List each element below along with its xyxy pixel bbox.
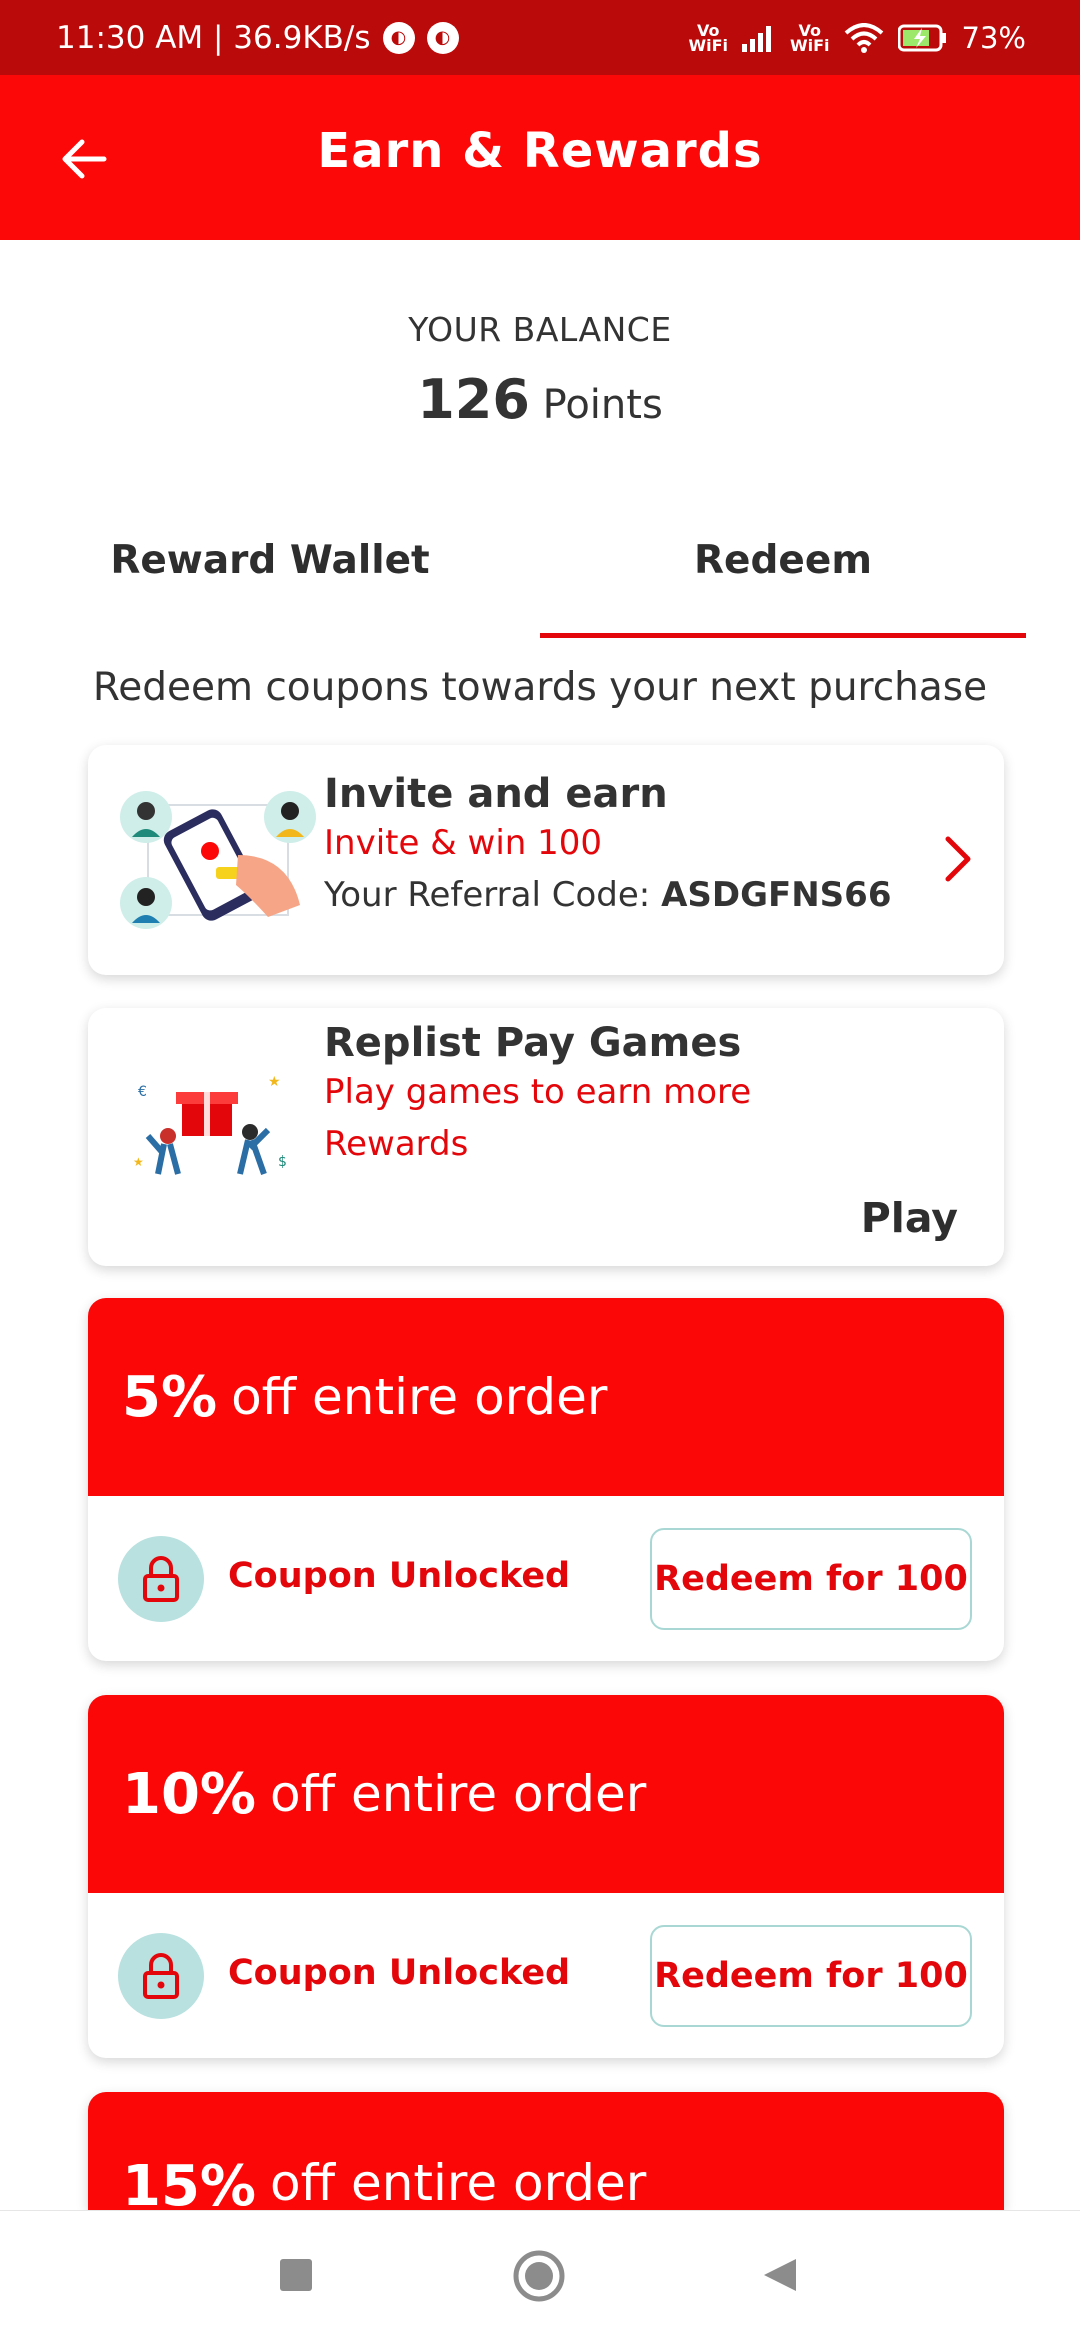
vowifi-bottom: WiFi [688, 35, 728, 55]
svg-text:★: ★ [268, 1074, 281, 1090]
status-bar: 11:30 AM | 36.9KB/s ◐ ◐ Vo WiFi Vo WiFi [0, 0, 1080, 75]
redeem-subtitle: Redeem coupons towards your next purchas… [92, 665, 988, 710]
coupon-percent: 5% [122, 1364, 218, 1430]
invite-subtitle: Invite & win 100 [324, 823, 603, 863]
invite-illustration-icon [120, 791, 316, 929]
referral-row: Your Referral Code: ASDGFNS66 [324, 875, 891, 915]
home-icon[interactable] [512, 2249, 566, 2303]
games-title: Replist Pay Games [324, 1020, 742, 1066]
signal-icon [741, 25, 771, 52]
lock-icon [118, 1933, 204, 2019]
coupon-card: 10% off entire order Coupon Unlocked Red… [88, 1695, 1004, 2058]
coupon-status: Coupon Unlocked [228, 1556, 571, 1596]
coupon-percent: 15% [122, 2154, 257, 2210]
svg-text:$: $ [278, 1154, 287, 1170]
referral-code: ASDGFNS66 [661, 875, 892, 915]
svg-text:★: ★ [133, 1155, 144, 1169]
tab-redeem[interactable]: Redeem [540, 538, 1026, 642]
coupon-footer: Coupon Unlocked Redeem for 100 [88, 1893, 1004, 2058]
battery-percent: 73% [961, 20, 1026, 55]
vowifi-icon-2: Vo WiFi [789, 22, 830, 55]
tab-reward-wallet[interactable]: Reward Wallet [0, 538, 540, 642]
games-illustration-icon: € ★ $ ★ [133, 1074, 287, 1175]
padlock-icon [143, 1953, 179, 1999]
balance-value: 126 [417, 368, 530, 431]
balance-unit: Points [542, 382, 663, 428]
coupon-header: 15% off entire order [88, 2092, 1004, 2210]
coupon-card: 15% off entire order [88, 2092, 1004, 2210]
system-nav-bar [0, 2210, 1080, 2340]
coupon-label: off entire order [270, 2154, 647, 2210]
vowifi-bottom: WiFi [789, 35, 830, 55]
coupon-header: 5% off entire order [88, 1298, 1004, 1496]
invite-title: Invite and earn [324, 771, 668, 817]
padlock-icon [143, 1556, 179, 1602]
status-right: Vo WiFi Vo WiFi 73% [688, 21, 1026, 55]
lock-icon [118, 1536, 204, 1622]
referral-label: Your Referral Code: [324, 875, 651, 915]
wifi-icon [844, 22, 883, 53]
redeem-button[interactable]: Redeem for 100 [650, 1925, 972, 2027]
app-bar: Earn & Rewards [0, 75, 1080, 240]
coupon-status: Coupon Unlocked [228, 1953, 571, 1993]
svg-text:€: € [138, 1084, 147, 1100]
redeem-button[interactable]: Redeem for 100 [650, 1528, 972, 1630]
invite-card[interactable]: Invite and earn Invite & win 100 Your Re… [88, 745, 1004, 975]
play-button[interactable]: Play [861, 1194, 958, 1242]
balance-label: YOUR BALANCE [408, 310, 672, 349]
coupon-label: off entire order [270, 1765, 647, 1823]
games-line2: Rewards [324, 1124, 469, 1164]
vowifi-icon: Vo WiFi [688, 22, 728, 55]
coupon-header: 10% off entire order [88, 1695, 1004, 1893]
coupon-label: off entire order [231, 1368, 608, 1426]
active-tab-indicator [540, 633, 1026, 638]
recent-apps-icon[interactable] [278, 2257, 314, 2293]
games-card[interactable]: € ★ $ ★ Replist Pay Games Play games to ea… [88, 1008, 1004, 1266]
games-line1: Play games to earn more [324, 1072, 752, 1112]
chevron-right-icon[interactable] [940, 833, 976, 885]
notification-icon: ◐ [382, 21, 415, 54]
coupon-percent: 10% [122, 1761, 257, 1827]
status-time-speed: 11:30 AM | 36.9KB/s [56, 19, 371, 56]
coupon-card: 5% off entire order Coupon Unlocked Rede… [88, 1298, 1004, 1661]
status-left: 11:30 AM | 36.9KB/s ◐ ◐ [56, 20, 459, 56]
balance-value-row: 126 Points [0, 368, 1080, 431]
coupon-footer: Coupon Unlocked Redeem for 100 [88, 1496, 1004, 1661]
back-nav-icon[interactable] [760, 2255, 800, 2295]
page-title: Earn & Rewards [317, 123, 763, 179]
notification-icon: ◐ [426, 21, 459, 54]
battery-icon [897, 24, 946, 51]
